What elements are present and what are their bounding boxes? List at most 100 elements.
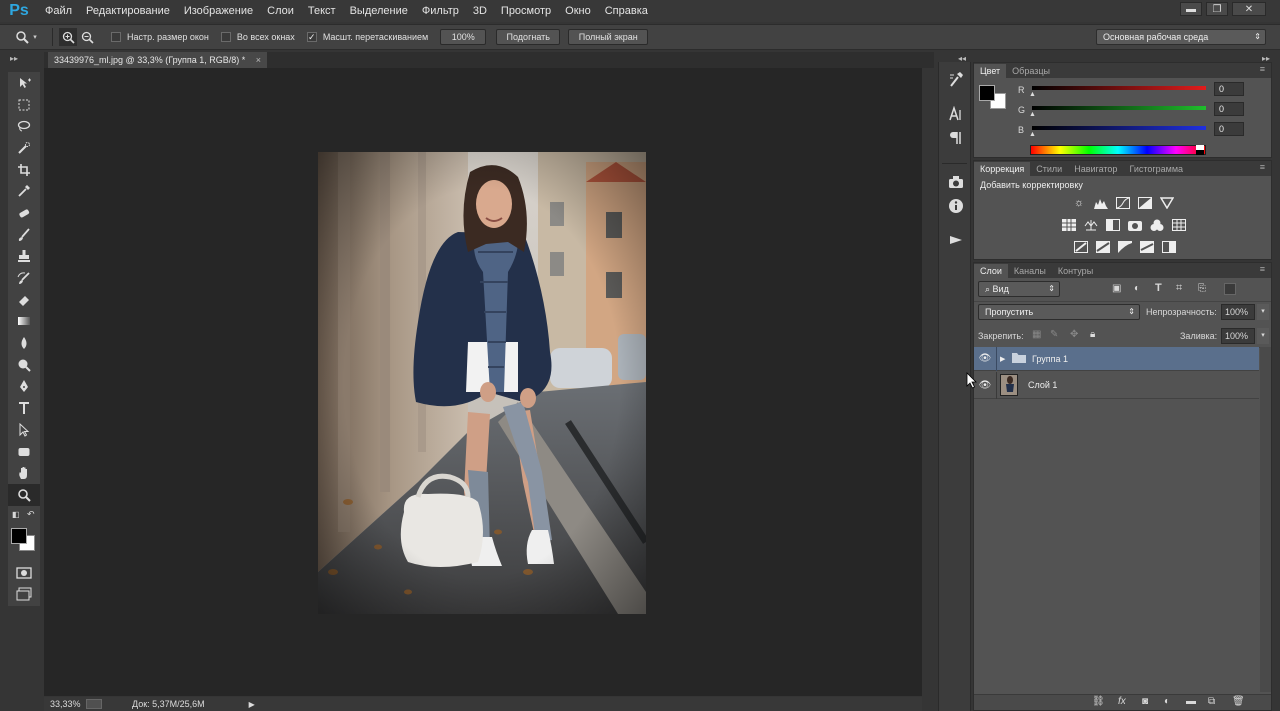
move-tool-icon[interactable] <box>8 72 40 94</box>
zoom-in-button[interactable] <box>59 28 77 46</box>
filter-smart-object-icon[interactable]: ⎘ <box>1198 283 1206 294</box>
menu-view[interactable]: Просмотр <box>494 0 558 22</box>
pen-tool-icon[interactable] <box>8 376 40 398</box>
tab-swatches[interactable]: Образцы <box>1006 64 1056 78</box>
brightness-icon[interactable]: ☼ <box>1072 197 1086 209</box>
filter-type-icon[interactable]: T <box>1155 282 1162 294</box>
red-value-input[interactable]: 0 <box>1214 82 1244 96</box>
marquee-tool-icon[interactable] <box>8 94 40 116</box>
menu-layer[interactable]: Слои <box>260 0 301 22</box>
tab-layers[interactable]: Слои <box>974 264 1008 278</box>
swap-colors-icon[interactable]: ↶ <box>27 509 35 520</box>
panel-menu-icon[interactable]: ≡ <box>1260 162 1265 172</box>
info-icon[interactable] <box>939 194 972 218</box>
tab-navigator[interactable]: Навигатор <box>1068 162 1123 176</box>
screen-mode-icon[interactable] <box>8 583 40 605</box>
all-windows-checkbox[interactable]: Во всех окнах <box>220 32 295 42</box>
clone-stamp-tool-icon[interactable] <box>8 246 40 268</box>
crop-tool-icon[interactable] <box>8 159 40 181</box>
fill-input[interactable]: 100% <box>1221 328 1255 344</box>
menu-window[interactable]: Окно <box>558 0 598 22</box>
black-white-swatch[interactable] <box>1196 145 1204 155</box>
exposure-icon[interactable] <box>1138 197 1152 209</box>
eraser-tool-icon[interactable] <box>8 289 40 311</box>
posterize-icon[interactable] <box>1096 241 1110 253</box>
status-menu-arrow-icon[interactable]: ▶ <box>249 700 255 709</box>
fill-screen-button[interactable]: Полный экран <box>568 29 649 45</box>
dodge-tool-icon[interactable] <box>8 354 40 376</box>
zoom-tool-icon[interactable] <box>8 484 40 506</box>
menu-file[interactable]: Файл <box>38 0 79 22</box>
layer-row-group[interactable]: 👁︎ ▶ Группа 1 <box>974 346 1259 371</box>
gradient-map-icon[interactable] <box>1162 241 1176 253</box>
layers-scrollbar[interactable] <box>1260 347 1271 692</box>
menu-type[interactable]: Текст <box>301 0 343 22</box>
photo-filter-icon[interactable] <box>1128 219 1142 231</box>
link-layers-icon[interactable]: ⛓︎ <box>1092 696 1105 707</box>
rectangle-tool-icon[interactable] <box>8 441 40 463</box>
menu-select[interactable]: Выделение <box>343 0 415 22</box>
opacity-dropdown-icon[interactable]: ▾ <box>1257 304 1269 320</box>
quick-mask-icon[interactable] <box>8 562 40 584</box>
close-button[interactable]: ✕ <box>1232 2 1266 16</box>
hue-saturation-icon[interactable] <box>1062 219 1076 231</box>
panel-menu-icon[interactable]: ≡ <box>1260 64 1265 74</box>
menu-help[interactable]: Справка <box>598 0 655 22</box>
tab-histogram[interactable]: Гистограмма <box>1123 162 1189 176</box>
filter-shape-icon[interactable]: ⌗ <box>1176 282 1182 295</box>
filter-pixel-icon[interactable]: ▣ <box>1112 283 1121 294</box>
invert-icon[interactable] <box>1074 241 1088 253</box>
red-slider[interactable] <box>1032 86 1206 90</box>
curves-icon[interactable] <box>1116 197 1130 209</box>
blue-value-input[interactable]: 0 <box>1214 122 1244 136</box>
tab-color[interactable]: Цвет <box>974 64 1007 78</box>
tab-paths[interactable]: Контуры <box>1052 264 1099 278</box>
quick-selection-tool-icon[interactable] <box>8 137 40 159</box>
green-value-input[interactable]: 0 <box>1214 102 1244 116</box>
brush-tool-icon[interactable] <box>8 224 40 246</box>
layer-filter-select[interactable]: ⌕ Вид ⇕ <box>978 281 1060 297</box>
tab-styles[interactable]: Стили <box>1030 162 1068 176</box>
lock-position-icon[interactable]: ✥ <box>1070 329 1078 340</box>
panel-menu-icon[interactable]: ≡ <box>1260 264 1265 274</box>
blend-mode-select[interactable]: Пропустить ⇕ <box>978 304 1140 320</box>
expand-arrow-icon[interactable]: ▶ <box>1000 355 1012 363</box>
new-layer-icon[interactable]: ⧉ <box>1208 696 1215 707</box>
restore-button[interactable]: ❐ <box>1206 2 1228 16</box>
opacity-input[interactable]: 100% <box>1221 304 1255 320</box>
green-slider[interactable] <box>1032 106 1206 110</box>
blue-slider[interactable] <box>1032 126 1206 130</box>
menu-filter[interactable]: Фильтр <box>415 0 466 22</box>
lock-pixels-icon[interactable]: ✎ <box>1050 329 1058 340</box>
tool-presets-icon[interactable] <box>939 68 972 92</box>
color-spectrum-bar[interactable] <box>1030 145 1206 155</box>
blur-tool-icon[interactable] <box>8 332 40 354</box>
slider-thumb-icon[interactable]: ▲ <box>1029 91 1036 98</box>
collapse-toolbar-icon[interactable]: ▸▸ <box>10 54 18 63</box>
tool-preset-picker[interactable]: ▾ <box>0 25 52 49</box>
selective-color-icon[interactable] <box>1140 241 1154 253</box>
fill-dropdown-icon[interactable]: ▾ <box>1257 328 1269 344</box>
character-panel-icon[interactable] <box>939 102 972 126</box>
slider-thumb-icon[interactable]: ▲ <box>1029 131 1036 138</box>
menu-3d[interactable]: 3D <box>466 0 494 22</box>
hand-tool-icon[interactable] <box>8 462 40 484</box>
close-tab-icon[interactable]: × <box>256 55 261 65</box>
tab-channels[interactable]: Каналы <box>1008 264 1052 278</box>
vibrance-icon[interactable] <box>1159 197 1175 210</box>
paragraph-panel-icon[interactable] <box>939 126 972 150</box>
type-tool-icon[interactable] <box>8 397 40 419</box>
layer-style-icon[interactable]: fx <box>1118 696 1126 707</box>
export-icon[interactable] <box>86 699 102 709</box>
channel-mixer-icon[interactable] <box>1150 219 1164 231</box>
default-colors-icon[interactable]: ◧ <box>12 510 20 519</box>
new-adjustment-layer-icon[interactable]: ◐ <box>1164 696 1170 707</box>
new-group-icon[interactable]: ▬ <box>1186 696 1196 707</box>
lock-all-icon[interactable]: 🔒︎ <box>1090 329 1095 340</box>
filter-adjustment-icon[interactable]: ◐ <box>1134 283 1140 294</box>
layer-comps-icon[interactable] <box>939 170 972 194</box>
foreground-color-swatch[interactable] <box>979 85 995 101</box>
levels-icon[interactable] <box>1094 197 1108 209</box>
add-mask-icon[interactable]: ◙ <box>1142 696 1148 707</box>
threshold-icon[interactable] <box>1118 241 1132 253</box>
